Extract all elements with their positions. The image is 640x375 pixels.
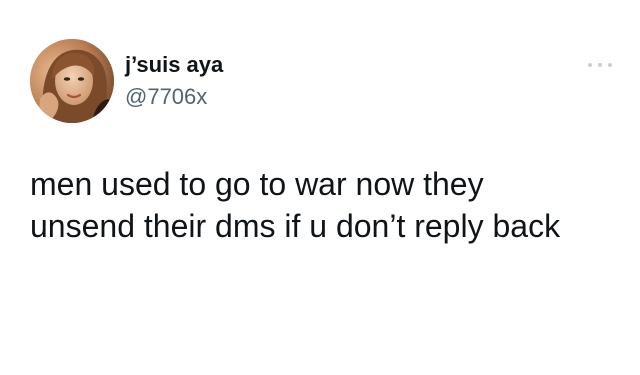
profile-photo-icon <box>30 39 114 123</box>
dot-icon <box>588 63 592 67</box>
avatar[interactable] <box>30 39 114 123</box>
tweet-text-line: unsend their dms if u don’t reply back <box>30 208 561 244</box>
tweet-text: men used to go to war now they unsend th… <box>30 163 620 247</box>
display-name[interactable]: j’suis aya <box>125 52 223 78</box>
user-handle[interactable]: @7706x <box>125 84 207 110</box>
dot-icon <box>598 63 602 67</box>
tweet-card: j’suis aya @7706x men used to go to war … <box>0 0 640 375</box>
tweet-text-line: men used to go to war now they <box>30 166 484 202</box>
more-options-icon[interactable] <box>588 60 612 70</box>
dot-icon <box>608 63 612 67</box>
